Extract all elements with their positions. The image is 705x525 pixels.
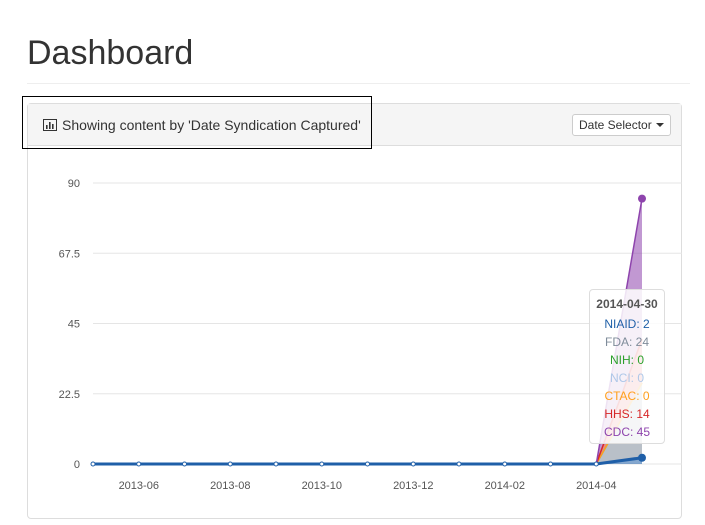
- data-point: [136, 461, 142, 467]
- series-area-cdc: [93, 198, 642, 464]
- data-point: [548, 461, 553, 467]
- series-area-nci: [93, 382, 642, 464]
- series-area-nih: [93, 382, 642, 464]
- tooltip-row: FDA: 24: [604, 335, 649, 349]
- y-tick-label: 22.5: [59, 389, 80, 401]
- series-line-cdc: [93, 198, 643, 465]
- chart-tooltip: 2014-04-30 NIAID: 2 FDA: 24 NIH: 0 NCI: 0 CT…: [589, 289, 665, 444]
- x-tick-label: 2013-08: [210, 480, 250, 492]
- series-line-ctac: [93, 382, 643, 465]
- tooltip-row: NCI: 0: [609, 371, 644, 385]
- data-point: [273, 461, 279, 467]
- data-point: [502, 461, 508, 467]
- series-line-nci: [93, 382, 643, 465]
- y-tick-label: 90: [68, 178, 80, 190]
- series-line-nih: [93, 382, 643, 465]
- tooltip-row: CDC: 45: [603, 425, 650, 439]
- x-tick-label: 2013-06: [119, 480, 159, 492]
- series-area-fda: [93, 382, 642, 464]
- series-area-hhs: [93, 339, 642, 464]
- x-tick-label: 2013-10: [302, 480, 342, 492]
- tooltip-row: NIAID: 2: [604, 317, 650, 331]
- data-point: [365, 461, 370, 467]
- data-point: [593, 461, 599, 467]
- x-tick-label: 2014-04: [576, 480, 616, 492]
- data-point: [90, 461, 96, 467]
- area-chart: 0 22.5 45 67.5 90 2013-06 2013-08 2013-10 2013-1…: [59, 178, 682, 492]
- data-point: [182, 461, 187, 467]
- series-line-hhs: [93, 338, 643, 465]
- y-tick-label: 45: [68, 319, 80, 331]
- data-point: [410, 461, 416, 467]
- tooltip-row: CTAC: 0: [604, 389, 650, 403]
- y-tick-label: 0: [74, 459, 80, 471]
- series-line-fda: [93, 382, 643, 465]
- data-point-niaid-last: [638, 453, 646, 462]
- series-area-ctac: [93, 382, 642, 464]
- y-tick-label: 67.5: [59, 248, 80, 260]
- tooltip-row: HHS: 14: [604, 407, 650, 421]
- data-point-cdc-last: [638, 194, 646, 203]
- data-point: [456, 461, 462, 467]
- data-point: [227, 461, 233, 467]
- tooltip-date: 2014-04-30: [596, 297, 658, 311]
- x-tick-label: 2013-12: [393, 480, 433, 492]
- tooltip-row: NIH: 0: [609, 353, 644, 367]
- data-point: [319, 461, 325, 467]
- x-tick-label: 2014-02: [485, 480, 525, 492]
